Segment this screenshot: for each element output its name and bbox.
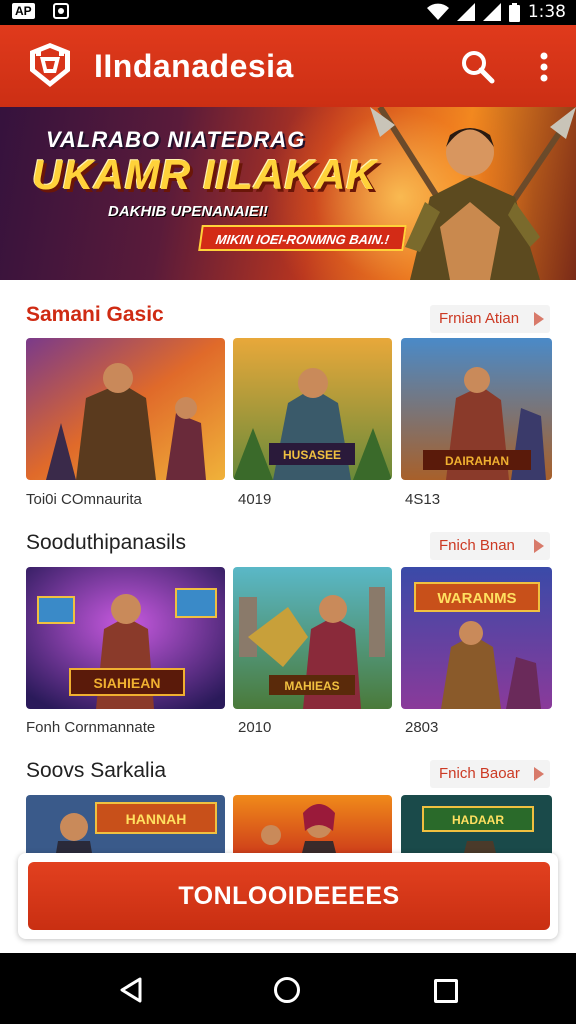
game-card[interactable]: WARANMS [401,567,552,709]
app-logo-icon [30,43,70,87]
chevron-right-icon [534,539,544,553]
game-card[interactable]: HUSASEE [233,338,392,480]
battery-icon [508,2,520,22]
hero-title: UKAMR IILAKAK [32,151,377,198]
game-caption: Fonh Cornmannate [26,719,156,736]
see-all-label: Fnich Baoar [439,765,520,782]
game-art-text: HADAAR [452,813,504,827]
game-caption: 2010 [238,719,272,736]
hero-tagline: DAKHIB UPENANAIEI! [108,203,269,220]
game-caption: 2803 [405,719,439,736]
app-title: IIndanadesia [94,48,294,84]
game-art: SIAHIEAN [26,567,225,709]
game-art-text: HUSASEE [283,448,341,462]
signal-icon [456,3,475,21]
game-art-text: HANNAH [126,811,187,827]
game-card[interactable] [26,338,225,480]
see-all-button[interactable]: Frnian Atian [430,305,550,333]
game-art-text: SIAHIEAN [94,675,161,691]
chevron-right-icon [534,312,544,326]
game-caption: 4019 [238,491,272,508]
see-all-button[interactable]: Fnich Bnan [430,532,550,560]
hero-subtitle: VALRABO NIATEDRAG [46,127,306,152]
home-icon[interactable] [274,977,300,1003]
search-icon[interactable] [460,49,496,85]
game-art-text: WARANMS [437,590,516,607]
hero-warrior-illustration [370,107,576,280]
see-all-label: Frnian Atian [439,310,520,327]
game-caption: Toi0i COmnaurita [26,491,142,508]
notification-badge: AP [12,3,35,19]
status-time: 1:38 [527,2,566,22]
game-art: WARANMS [401,567,552,709]
see-all-label: Fnich Bnan [439,537,515,554]
hero-banner[interactable]: VALRABO NIATEDRAG UKAMR IILAKAK DAKHIB U… [0,107,576,280]
status-bar: AP 1:38 [0,0,576,25]
more-vert-icon[interactable] [532,49,556,85]
game-card[interactable]: MAHIEAS [233,567,392,709]
game-card[interactable]: SIAHIEAN [26,567,225,709]
game-card[interactable]: DAIRAHAN [401,338,552,480]
recents-icon[interactable] [434,979,458,1003]
navigation-bar [0,953,576,1024]
app-bar: IIndanadesia [0,25,576,107]
game-caption: 4S13 [405,491,441,508]
download-button[interactable]: TONLOOIDEEEES [28,862,550,930]
section-title: Samani Gasic [26,303,164,326]
game-art: MAHIEAS [233,567,392,709]
camera-icon [52,3,69,19]
back-icon[interactable] [118,977,144,1003]
game-art [26,338,225,480]
hero-ribbon[interactable]: MIKIN IOEI-RONMNG BAIN.! [198,225,408,251]
game-art: HUSASEE [233,338,392,480]
game-art-text: MAHIEAS [284,679,339,693]
wifi-icon [426,3,449,20]
chevron-right-icon [534,767,544,781]
game-art-text: DAIRAHAN [445,454,509,468]
signal-icon [482,3,501,21]
section-title: Sooduthipanasils [26,531,186,554]
see-all-button[interactable]: Fnich Baoar [430,760,550,788]
section-title: Soovs Sarkalia [26,759,167,782]
main-content[interactable]: VALRABO NIATEDRAG UKAMR IILAKAK DAKHIB U… [0,107,576,953]
game-art: DAIRAHAN [401,338,552,480]
